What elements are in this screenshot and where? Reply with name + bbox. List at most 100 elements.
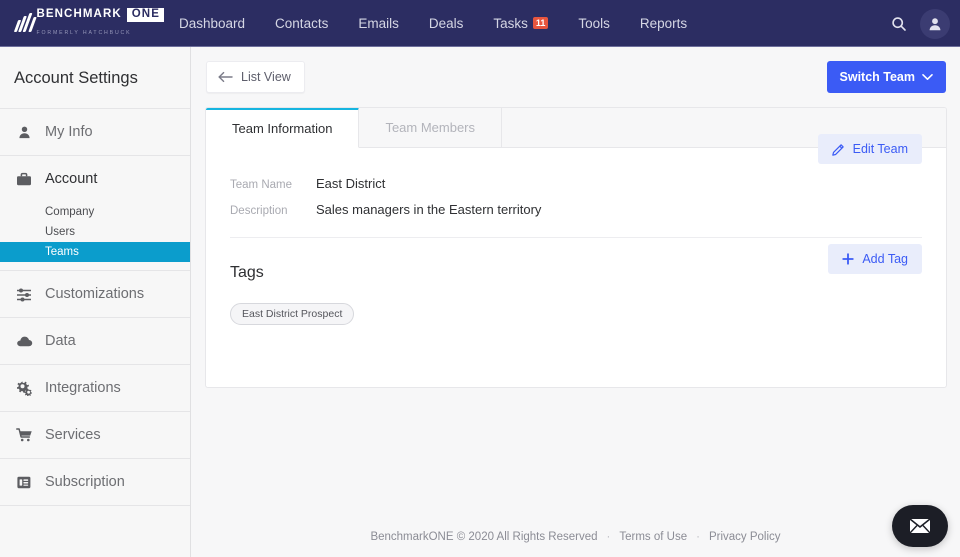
sidebar-item-label: Services xyxy=(45,427,101,443)
content-toolbar: List View Switch Team xyxy=(191,47,960,93)
brand-name: BENCHMARK xyxy=(36,8,122,21)
nav-label: Emails xyxy=(358,15,399,31)
sidebar-group-data: Data xyxy=(0,318,190,365)
field-label: Team Name xyxy=(230,179,292,191)
sidebar-subitem-label: Users xyxy=(45,226,76,238)
switch-team-button[interactable]: Switch Team xyxy=(826,61,946,93)
card-list-icon xyxy=(14,475,34,490)
sidebar-subitem-label: Teams xyxy=(45,246,79,258)
add-tag-button[interactable]: Add Tag xyxy=(828,244,922,274)
sidebar-item-label: Customizations xyxy=(45,286,145,302)
sidebar-subitem-company[interactable]: Company xyxy=(0,202,190,222)
brand-tagline: FORMERLY HATCHBUCK xyxy=(36,29,132,36)
nav-label: Deals xyxy=(428,15,464,31)
footer-separator: · xyxy=(696,531,700,543)
field-value: Sales managers in the Eastern territory xyxy=(316,202,542,217)
sidebar-subitem-teams[interactable]: Teams xyxy=(0,242,190,262)
nav-item-tasks[interactable]: Tasks 11 xyxy=(478,0,563,47)
team-details-card: Team Information Team Members Team Name … xyxy=(205,107,947,388)
sidebar-item-services[interactable]: Services xyxy=(0,412,190,458)
user-account-icon xyxy=(929,17,941,30)
sliders-icon xyxy=(14,287,34,302)
field-description: Description Sales managers in the Easter… xyxy=(230,202,922,217)
tag-pill[interactable]: East District Prospect xyxy=(230,303,355,325)
sidebar-group-account: Account Company Users Teams xyxy=(0,156,190,271)
plus-icon xyxy=(842,253,855,265)
brand-mark: ONE xyxy=(126,8,164,22)
sidebar-group-integrations: Integrations xyxy=(0,365,190,412)
sidebar-item-data[interactable]: Data xyxy=(0,318,190,364)
field-label: Description xyxy=(230,205,288,217)
cart-icon xyxy=(14,427,34,443)
chevron-down-icon xyxy=(922,73,933,80)
brand-logo[interactable]: BENCHMARK ONE FORMERLY HATCHBUCK xyxy=(0,8,164,38)
brand-logo-text: BENCHMARK ONE FORMERLY HATCHBUCK xyxy=(36,8,164,38)
nav-item-contacts[interactable]: Contacts xyxy=(260,0,343,47)
nav-item-dashboard[interactable]: Dashboard xyxy=(164,0,260,47)
arrow-left-icon xyxy=(218,71,233,83)
sidebar-subitem-label: Company xyxy=(45,206,95,218)
gears-icon xyxy=(14,380,34,396)
list-view-button[interactable]: List View xyxy=(206,61,305,93)
footer-privacy-link[interactable]: Privacy Policy xyxy=(709,531,781,543)
section-divider xyxy=(230,237,922,238)
chat-launcher-button[interactable] xyxy=(892,505,948,547)
top-nav-actions xyxy=(884,0,950,47)
footer: BenchmarkONE © 2020 All Rights Reserved … xyxy=(191,531,960,543)
sidebar-group-my-info: My Info xyxy=(0,109,190,156)
nav-label: Tasks xyxy=(493,15,528,31)
nav-item-tools[interactable]: Tools xyxy=(563,0,625,47)
search-icon xyxy=(892,16,906,31)
tab-label: Team Information xyxy=(232,121,333,136)
edit-team-label: Edit Team xyxy=(852,142,908,156)
person-icon xyxy=(14,125,34,140)
pencil-icon xyxy=(831,143,844,156)
sidebar-item-label: Data xyxy=(45,333,76,349)
tags-section-title: Tags xyxy=(230,264,264,281)
footer-separator: · xyxy=(606,531,611,543)
account-button[interactable] xyxy=(920,8,950,39)
sidebar-item-my-info[interactable]: My Info xyxy=(0,109,190,155)
sidebar-group-services: Services xyxy=(0,412,190,459)
nav-label: Reports xyxy=(639,15,688,31)
switch-team-label: Switch Team xyxy=(839,70,915,84)
app-root: BENCHMARK ONE FORMERLY HATCHBUCK Dashboa… xyxy=(0,0,960,557)
sidebar-group-subscription: Subscription xyxy=(0,459,190,506)
nav-item-reports[interactable]: Reports xyxy=(625,0,702,47)
footer-terms-link[interactable]: Terms of Use xyxy=(619,531,687,543)
list-view-label: List View xyxy=(241,70,291,84)
cloud-icon xyxy=(14,335,34,348)
sidebar-item-label: Subscription xyxy=(45,474,125,490)
tab-label: Team Members xyxy=(385,120,476,135)
sidebar-item-label: Account xyxy=(45,171,98,187)
sidebar-title: Account Settings xyxy=(0,47,190,109)
sidebar-item-label: My Info xyxy=(45,124,93,140)
sidebar-item-integrations[interactable]: Integrations xyxy=(0,365,190,411)
nav-item-deals[interactable]: Deals xyxy=(414,0,479,47)
sidebar-item-customizations[interactable]: Customizations xyxy=(0,271,190,317)
sidebar: Account Settings My Info Account Company… xyxy=(0,47,191,557)
main-content: List View Switch Team Team Information T… xyxy=(191,47,960,557)
sidebar-subitem-users[interactable]: Users xyxy=(0,222,190,242)
nav-label: Dashboard xyxy=(179,15,246,31)
field-value: East District xyxy=(316,176,386,191)
tasks-count-badge: 11 xyxy=(532,16,549,30)
card-body: Team Name East District Description Sale… xyxy=(206,134,946,325)
top-navigation-bar: BENCHMARK ONE FORMERLY HATCHBUCK Dashboa… xyxy=(0,0,960,47)
footer-copyright: BenchmarkONE © 2020 All Rights Reserved xyxy=(370,531,598,543)
sidebar-item-label: Integrations xyxy=(45,380,121,396)
nav-label: Contacts xyxy=(275,15,329,31)
envelope-icon xyxy=(909,518,931,534)
tab-team-information[interactable]: Team Information xyxy=(206,108,360,148)
nav-item-emails[interactable]: Emails xyxy=(343,0,414,47)
main-nav-items: Dashboard Contacts Emails Deals Tasks 11… xyxy=(164,0,702,47)
add-tag-label: Add Tag xyxy=(862,252,908,266)
sidebar-item-account[interactable]: Account xyxy=(0,156,190,202)
field-team-name: Team Name East District xyxy=(230,176,922,191)
benchmarkone-logo-icon xyxy=(13,12,37,34)
search-button[interactable] xyxy=(884,9,914,39)
nav-label: Tools xyxy=(578,15,610,31)
sidebar-item-subscription[interactable]: Subscription xyxy=(0,459,190,505)
edit-team-button[interactable]: Edit Team xyxy=(817,134,922,164)
tab-team-members[interactable]: Team Members xyxy=(359,108,503,147)
